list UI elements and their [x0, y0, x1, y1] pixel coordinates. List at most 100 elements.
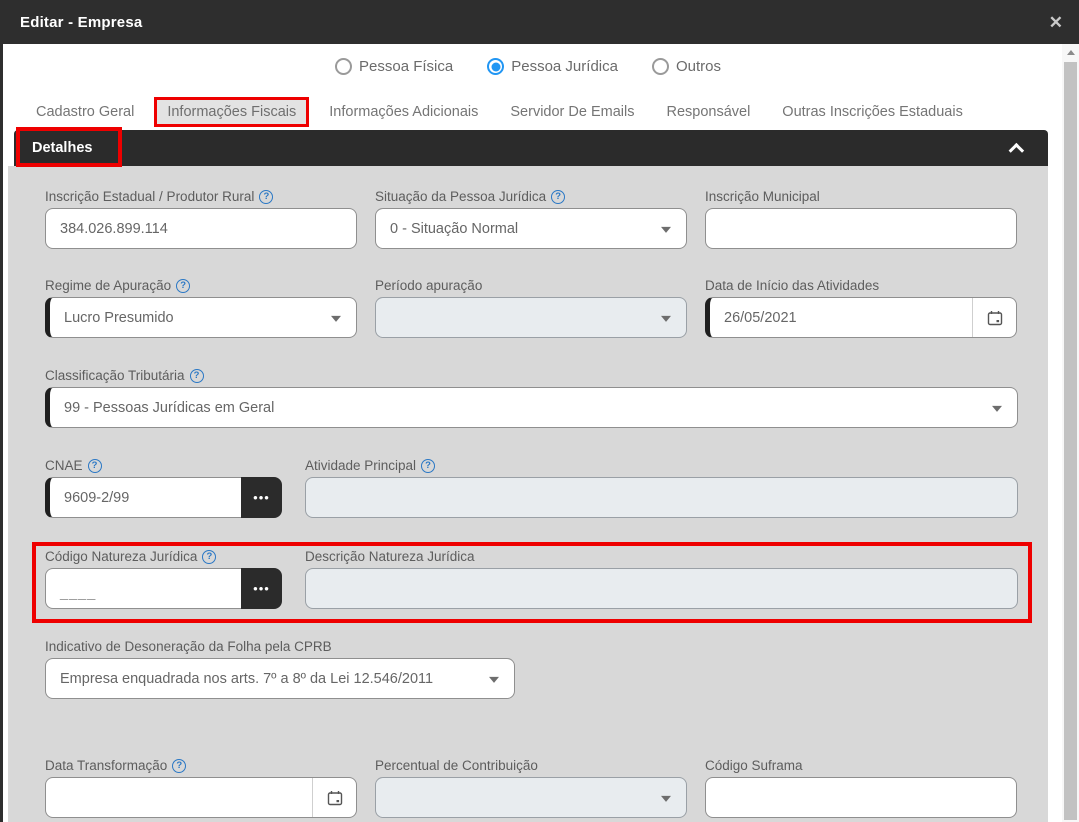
- cnae-input[interactable]: 9609-2/99: [45, 477, 241, 518]
- label-text: Código Natureza Jurídica: [45, 549, 197, 564]
- field-label: Classificação Tributária ?: [45, 368, 1018, 383]
- label-text: Classificação Tributária: [45, 368, 185, 383]
- label-text: Data Transformação: [45, 758, 167, 773]
- radio-circle-icon[interactable]: [335, 58, 352, 75]
- field-value: Empresa enquadrada nos arts. 7º a 8º da …: [60, 671, 433, 687]
- dialog-border: [0, 0, 3, 822]
- field-label: Situação da Pessoa Jurídica ?: [375, 189, 687, 204]
- radio-label: Pessoa Física: [359, 58, 453, 75]
- section-title: Detalhes: [32, 140, 92, 156]
- radio-label: Outros: [676, 58, 721, 75]
- form-panel: Inscrição Estadual / Produtor Rural ? 38…: [8, 166, 1048, 822]
- label-text: Período apuração: [375, 278, 482, 293]
- help-icon[interactable]: ?: [190, 369, 204, 383]
- chevron-down-icon: [661, 795, 671, 801]
- label-text: Regime de Apuração: [45, 278, 171, 293]
- radio-outros[interactable]: Outros: [652, 58, 721, 75]
- tab-cadastro-geral[interactable]: Cadastro Geral: [24, 98, 146, 126]
- vertical-scrollbar[interactable]: [1062, 44, 1079, 822]
- chevron-down-icon: [489, 676, 499, 682]
- field-label: Código Suframa: [705, 758, 1017, 773]
- label-text: Inscrição Municipal: [705, 189, 820, 204]
- field-label: Indicativo de Desoneração da Folha pela …: [45, 639, 515, 654]
- field-value: 9609-2/99: [64, 490, 129, 506]
- scroll-up-icon[interactable]: [1062, 44, 1079, 61]
- inscricao-estadual-input[interactable]: 384.026.899.114: [45, 208, 357, 249]
- help-icon[interactable]: ?: [176, 279, 190, 293]
- field-value: 26/05/2021: [724, 310, 797, 326]
- field-value: 0 - Situação Normal: [390, 221, 518, 237]
- radio-pessoa-juridica[interactable]: Pessoa Jurídica: [487, 58, 618, 75]
- label-text: Percentual de Contribuição: [375, 758, 538, 773]
- field-label: Inscrição Municipal: [705, 189, 1017, 204]
- radio-label: Pessoa Jurídica: [511, 58, 618, 75]
- label-text: CNAE: [45, 458, 83, 473]
- label-text: Indicativo de Desoneração da Folha pela …: [45, 639, 332, 654]
- field-label: CNAE ?: [45, 458, 282, 473]
- inscricao-municipal-input[interactable]: [705, 208, 1017, 249]
- calendar-icon[interactable]: [312, 778, 356, 817]
- field-label: Descrição Natureza Jurídica: [305, 549, 1018, 564]
- field-label: Período apuração: [375, 278, 687, 293]
- codigo-suframa-input[interactable]: [705, 777, 1017, 818]
- mask-placeholder: ____: [60, 585, 96, 608]
- field-value: 384.026.899.114: [60, 221, 168, 237]
- field-label: Atividade Principal ?: [305, 458, 1018, 473]
- radio-circle-icon[interactable]: [487, 58, 504, 75]
- field-value: 99 - Pessoas Jurídicas em Geral: [64, 400, 274, 416]
- radio-pessoa-fisica[interactable]: Pessoa Física: [335, 58, 453, 75]
- percentual-contribuicao-select: [375, 777, 687, 818]
- field-label: Código Natureza Jurídica ?: [45, 549, 282, 564]
- tab-servidor-de-emails[interactable]: Servidor De Emails: [498, 98, 646, 126]
- field-label: Regime de Apuração ?: [45, 278, 357, 293]
- chevron-down-icon: [661, 226, 671, 232]
- label-text: Data de Início das Atividades: [705, 278, 879, 293]
- indicativo-cprb-select[interactable]: Empresa enquadrada nos arts. 7º a 8º da …: [45, 658, 515, 699]
- scrollbar-thumb[interactable]: [1064, 62, 1077, 820]
- codigo-natureza-juridica-input[interactable]: ____: [45, 568, 241, 609]
- chevron-down-icon: [992, 405, 1002, 411]
- tab-outras-inscricoes-estaduais[interactable]: Outras Inscrições Estaduais: [770, 98, 975, 126]
- data-inicio-atividades-input[interactable]: 26/05/2021: [705, 297, 1017, 338]
- periodo-apuracao-select: [375, 297, 687, 338]
- field-label: Data Transformação ?: [45, 758, 357, 773]
- regime-apuracao-select[interactable]: Lucro Presumido: [45, 297, 357, 338]
- label-text: Situação da Pessoa Jurídica: [375, 189, 546, 204]
- tab-informacoes-adicionais[interactable]: Informações Adicionais: [317, 98, 490, 126]
- label-text: Atividade Principal: [305, 458, 416, 473]
- section-header-detalhes[interactable]: Detalhes: [14, 130, 1048, 166]
- atividade-principal-input: [305, 477, 1018, 518]
- label-text: Inscrição Estadual / Produtor Rural: [45, 189, 254, 204]
- field-label: Data de Início das Atividades: [705, 278, 1017, 293]
- radio-circle-icon[interactable]: [652, 58, 669, 75]
- field-label: Percentual de Contribuição: [375, 758, 687, 773]
- label-text: Descrição Natureza Jurídica: [305, 549, 475, 564]
- help-icon[interactable]: ?: [551, 190, 565, 204]
- natureza-juridica-lookup-button[interactable]: •••: [241, 568, 282, 609]
- help-icon[interactable]: ?: [421, 459, 435, 473]
- chevron-up-icon[interactable]: [1009, 142, 1025, 158]
- help-icon[interactable]: ?: [259, 190, 273, 204]
- help-icon[interactable]: ?: [172, 759, 186, 773]
- field-label: Inscrição Estadual / Produtor Rural ?: [45, 189, 357, 204]
- dialog-title: Editar - Empresa: [20, 14, 142, 31]
- chevron-down-icon: [661, 315, 671, 321]
- edit-company-dialog: Editar - Empresa ✕ Pessoa Física Pessoa …: [0, 0, 1079, 822]
- situacao-pj-select[interactable]: 0 - Situação Normal: [375, 208, 687, 249]
- descricao-natureza-juridica-input: [305, 568, 1018, 609]
- dialog-titlebar: Editar - Empresa ✕: [0, 0, 1079, 44]
- cnae-lookup-button[interactable]: •••: [241, 477, 282, 518]
- help-icon[interactable]: ?: [88, 459, 102, 473]
- data-transformacao-input[interactable]: [45, 777, 357, 818]
- close-icon[interactable]: ✕: [1049, 14, 1063, 31]
- classificacao-tributaria-select[interactable]: 99 - Pessoas Jurídicas em Geral: [45, 387, 1018, 428]
- tab-informacoes-fiscais[interactable]: Informações Fiscais: [154, 97, 309, 127]
- help-icon[interactable]: ?: [202, 550, 216, 564]
- label-text: Código Suframa: [705, 758, 803, 773]
- entity-type-radio-group: Pessoa Física Pessoa Jurídica Outros: [0, 58, 1056, 75]
- tab-responsavel[interactable]: Responsável: [654, 98, 762, 126]
- tab-bar: Cadastro Geral Informações Fiscais Infor…: [24, 97, 1034, 127]
- calendar-icon[interactable]: [972, 298, 1016, 337]
- chevron-down-icon: [331, 315, 341, 321]
- field-value: Lucro Presumido: [64, 310, 174, 326]
